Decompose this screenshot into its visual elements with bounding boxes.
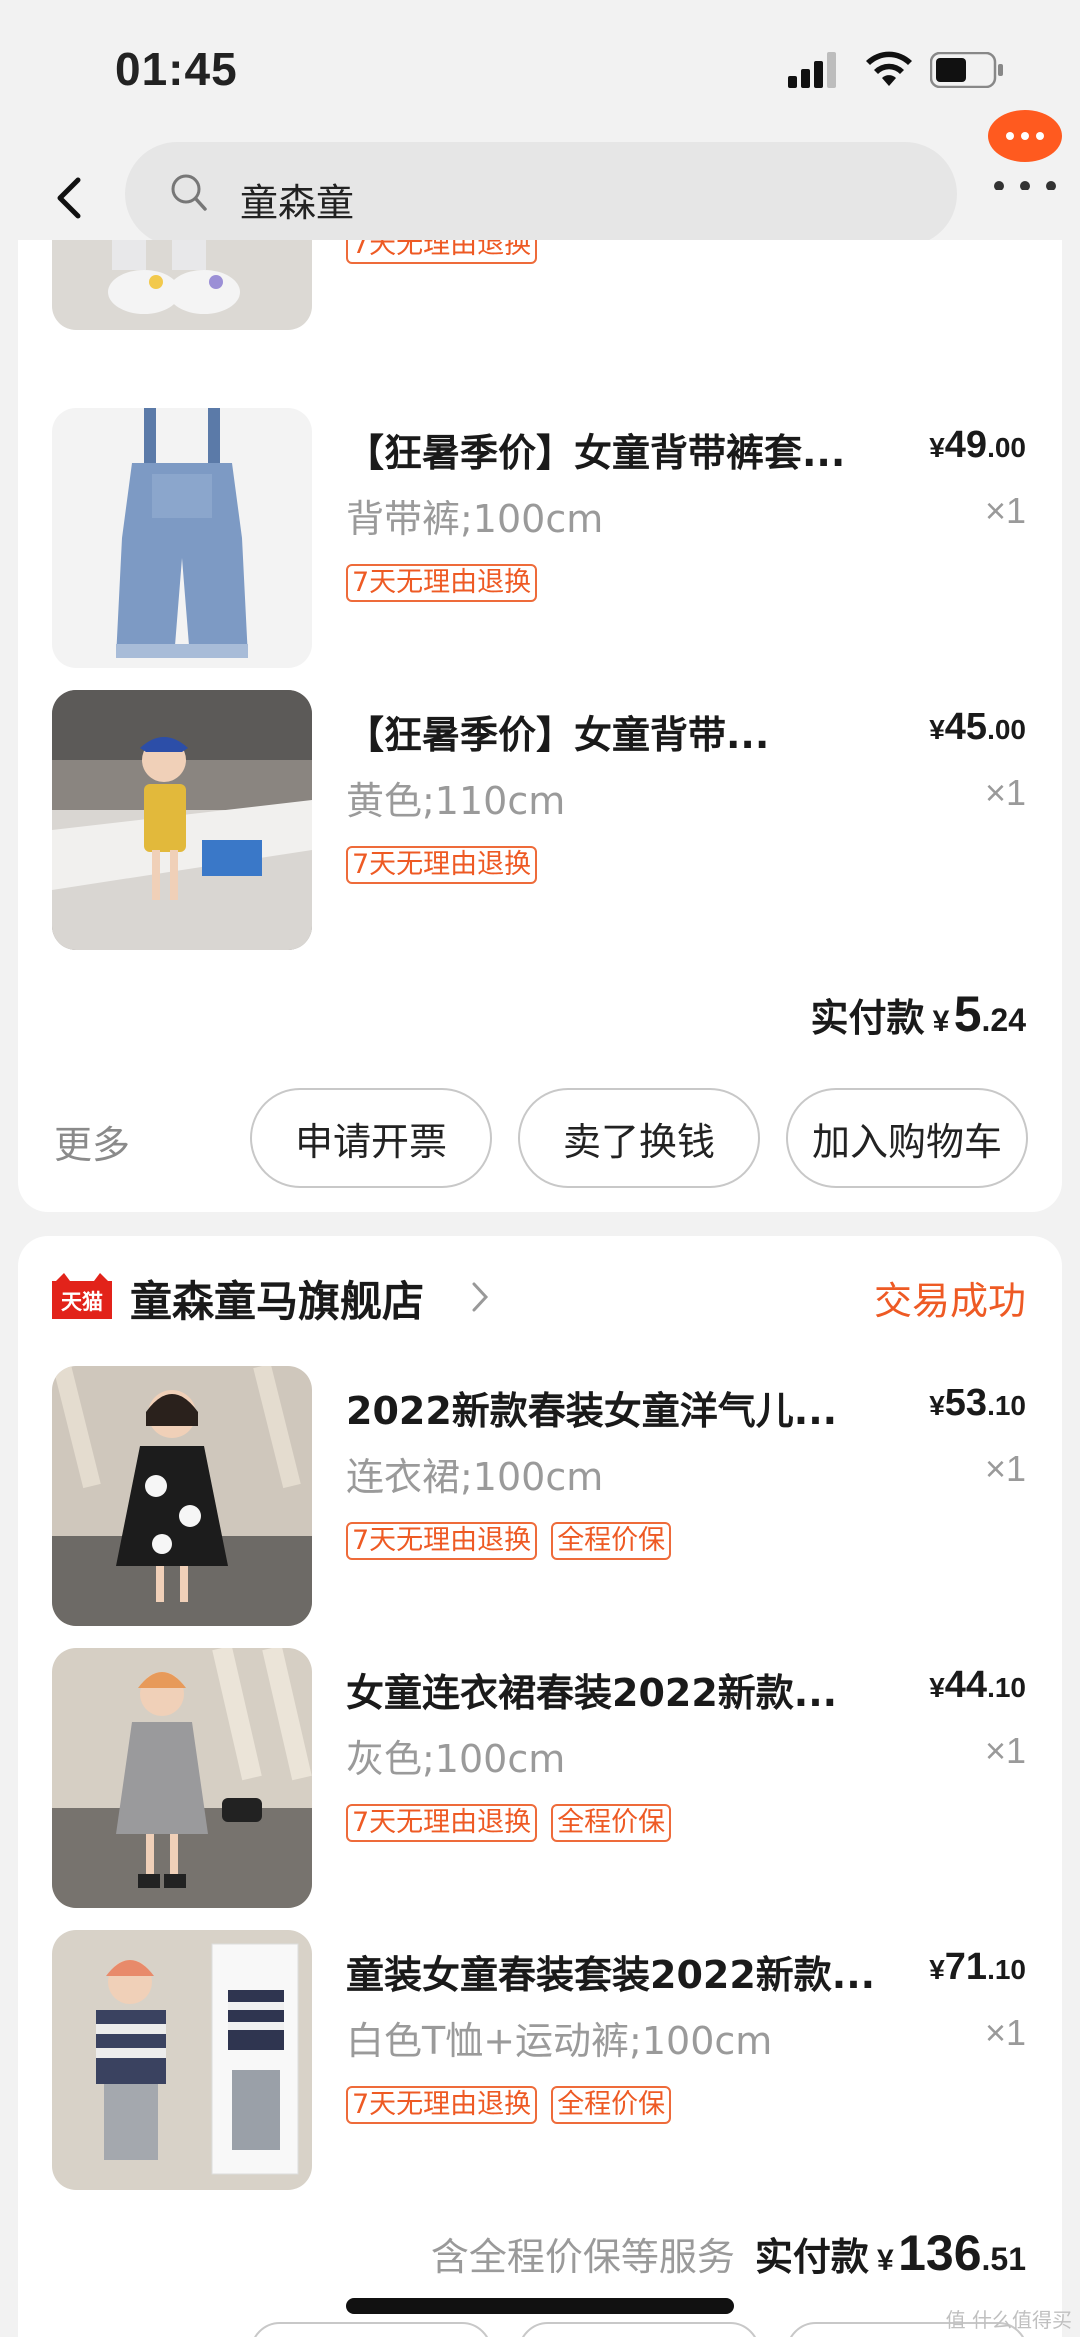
search-bar[interactable]: 童森童: [125, 142, 957, 246]
message-badge-icon[interactable]: [985, 90, 1065, 190]
total-amount: ¥ 136.51: [876, 2225, 1026, 2281]
wifi-icon: [866, 51, 912, 86]
product-spec: 背带裤;100cm: [346, 497, 604, 541]
price-protection-tag: 全程价保: [551, 1804, 672, 1842]
action-button-peek[interactable]: [250, 2322, 492, 2337]
service-tags: 7天无理由退换 全程价保: [346, 1804, 672, 1842]
return-policy-tag: 7天无理由退换: [346, 564, 538, 602]
order-item[interactable]: 童装女童春装套装2022新款... ¥71.10 白色T恤+运动裤;100cm …: [18, 1930, 1062, 2192]
product-spec: 黄色;110cm: [346, 779, 566, 823]
product-quantity: ×1: [984, 490, 1026, 531]
total-label: 实付款: [810, 996, 925, 1040]
product-image[interactable]: [52, 1366, 312, 1626]
product-price: ¥71.10: [929, 1946, 1026, 1988]
chevron-right-icon: [472, 1282, 489, 1312]
order-actions: 更多 申请开票 卖了换钱 加入购物车: [18, 1088, 1062, 1192]
product-quantity: ×1: [984, 1730, 1026, 1771]
order-total: 实付款 ¥ 5.24: [811, 985, 1026, 1043]
home-indicator[interactable]: [346, 2298, 734, 2314]
price-protection-tag: 全程价保: [551, 2086, 672, 2124]
product-quantity: ×1: [984, 1448, 1026, 1489]
order-status: 交易成功: [873, 1279, 1026, 1323]
service-tags: 7天无理由退换: [346, 846, 538, 884]
product-price: ¥45.00: [929, 706, 1026, 748]
return-policy-tag: 7天无理由退换: [346, 1804, 538, 1842]
store-name[interactable]: 童森童马旗舰店: [130, 1268, 424, 1329]
service-tags: 7天无理由退换: [346, 564, 538, 602]
product-image[interactable]: [52, 690, 312, 950]
status-time: 01:45: [115, 43, 238, 95]
order-card: 7天无理由退换 【狂暑季价】女童背带裤套... ¥49.00 背带裤;100cm…: [18, 240, 1062, 1212]
product-image[interactable]: [52, 1930, 312, 2190]
product-title[interactable]: 童装女童春装套装2022新款...: [346, 1944, 875, 1999]
product-title[interactable]: 【狂暑季价】女童背带裤套...: [346, 422, 845, 477]
service-tags: 7天无理由退换 全程价保: [346, 1522, 672, 1560]
store-header[interactable]: 天猫 童森童马旗舰店 交易成功: [18, 1236, 1062, 1346]
product-quantity: ×1: [984, 2012, 1026, 2053]
return-policy-tag: 7天无理由退换: [346, 1522, 538, 1560]
order-item[interactable]: 【狂暑季价】女童背带... ¥45.00 黄色;110cm ×1 7天无理由退换: [18, 690, 1062, 952]
product-image[interactable]: [52, 1648, 312, 1908]
product-image[interactable]: [52, 240, 312, 330]
more-link[interactable]: 更多: [54, 1114, 130, 1169]
total-service-note: 含全程价保等服务: [430, 2235, 735, 2279]
back-button[interactable]: [48, 168, 88, 228]
return-policy-tag: 7天无理由退换: [346, 2086, 538, 2124]
product-spec: 灰色;100cm: [346, 1737, 566, 1781]
product-spec: 白色T恤+运动裤;100cm: [346, 2019, 773, 2063]
price-protection-tag: 全程价保: [551, 1522, 672, 1560]
action-button-peek[interactable]: [518, 2322, 760, 2337]
product-title[interactable]: 【狂暑季价】女童背带...: [346, 704, 769, 759]
order-item[interactable]: 女童连衣裙春装2022新款... ¥44.10 灰色;100cm ×1 7天无理…: [18, 1648, 1062, 1910]
order-item[interactable]: 2022新款春装女童洋气儿... ¥53.10 连衣裙;100cm ×1 7天无…: [18, 1366, 1062, 1628]
resell-button[interactable]: 卖了换钱: [518, 1088, 760, 1188]
order-card: 天猫 童森童马旗舰店 交易成功 2022新款春装女童洋气儿... ¥53.10 …: [18, 1236, 1062, 2337]
status-bar: 01:45: [0, 0, 1080, 130]
order-item[interactable]: 7天无理由退换: [18, 240, 1062, 332]
product-price: ¥49.00: [929, 424, 1026, 466]
product-title[interactable]: 2022新款春装女童洋气儿...: [346, 1380, 837, 1435]
product-quantity: ×1: [984, 772, 1026, 813]
product-spec: 连衣裙;100cm: [346, 1455, 604, 1499]
return-policy-tag: 7天无理由退换: [346, 240, 538, 264]
service-tags: 7天无理由退换: [346, 240, 538, 264]
product-price: ¥53.10: [929, 1382, 1026, 1424]
order-item[interactable]: 【狂暑季价】女童背带裤套... ¥49.00 背带裤;100cm ×1 7天无理…: [18, 408, 1062, 670]
cellular-signal-icon: [788, 52, 836, 88]
total-label: 实付款: [754, 2235, 869, 2279]
product-image[interactable]: [52, 408, 312, 668]
battery-icon: [930, 52, 1003, 88]
watermark: 值 什么值得买: [945, 2308, 1072, 2332]
request-invoice-button[interactable]: 申请开票: [250, 1088, 492, 1188]
product-price: ¥44.10: [929, 1664, 1026, 1706]
search-icon: [171, 174, 207, 211]
tmall-logo-icon: 天猫: [52, 1273, 112, 1319]
return-policy-tag: 7天无理由退换: [346, 846, 538, 884]
total-amount: ¥ 5.24: [932, 986, 1026, 1042]
svg-text:天猫: 天猫: [61, 1290, 103, 1314]
service-tags: 7天无理由退换 全程价保: [346, 2086, 672, 2124]
product-title[interactable]: 女童连衣裙春装2022新款...: [346, 1662, 837, 1717]
order-total: 含全程价保等服务 实付款 ¥ 136.51: [431, 2224, 1026, 2282]
add-to-cart-button[interactable]: 加入购物车: [786, 1088, 1028, 1188]
search-query: 童森童: [240, 181, 355, 225]
